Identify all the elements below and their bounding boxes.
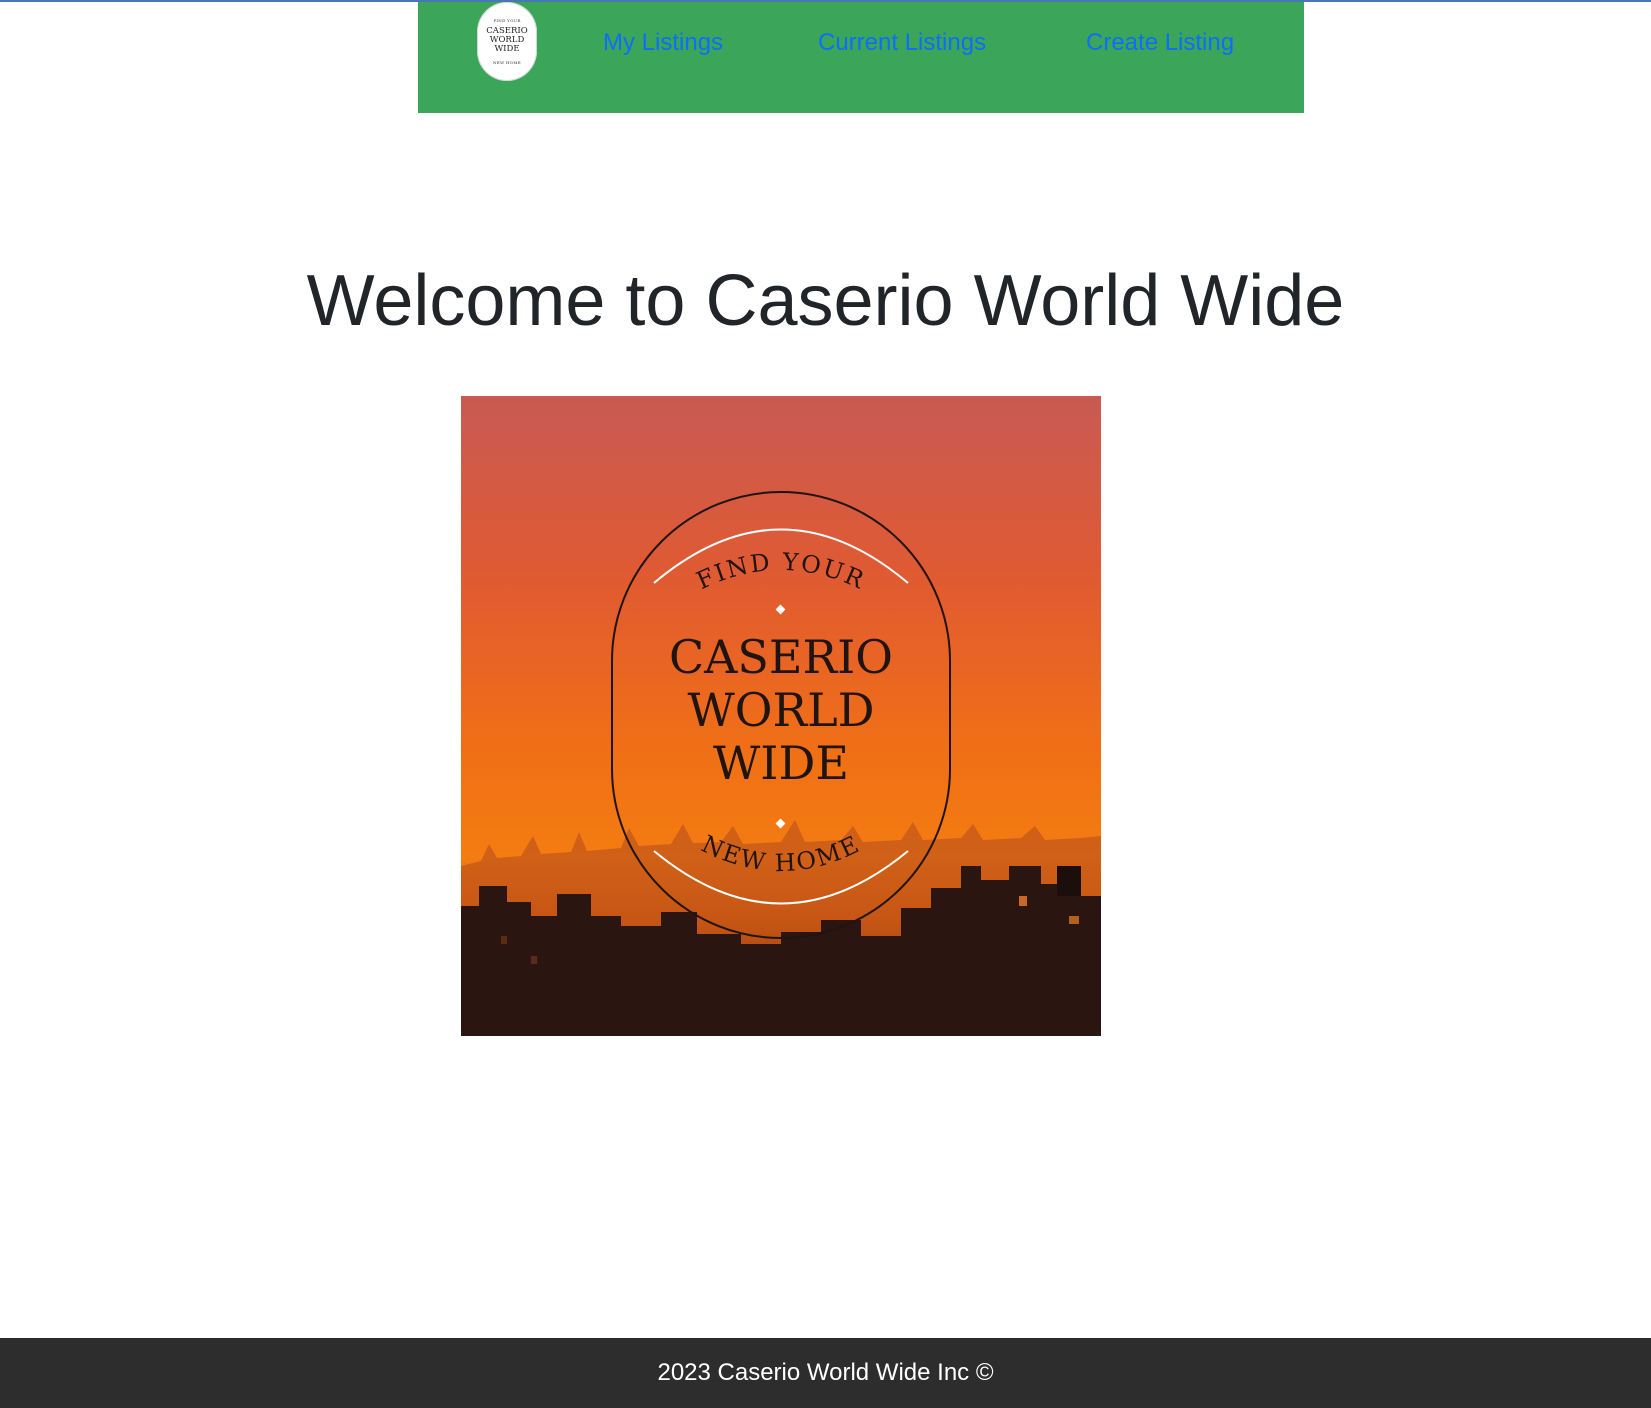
navbar: FIND YOUR CASERIO WORLD WIDE NEW HOME My… (418, 2, 1304, 113)
nav-link-my-listings[interactable]: My Listings (603, 29, 723, 57)
logo-brand-line-3: WIDE (494, 44, 520, 54)
nav-link-create-listing[interactable]: Create Listing (1086, 29, 1234, 57)
footer-copyright: 2023 Caserio World Wide Inc © (657, 1359, 994, 1386)
logo-link[interactable]: FIND YOUR CASERIO WORLD WIDE NEW HOME (477, 2, 537, 81)
nav-link-current-listings[interactable]: Current Listings (818, 29, 986, 57)
logo-bottom-text: NEW HOME (493, 60, 521, 65)
page-title: Welcome to Caserio World Wide (306, 261, 1345, 341)
logo-top-text: FIND YOUR (493, 18, 521, 23)
hero-image-brand-line-2: WORLD (687, 683, 874, 737)
hero-image-brand-line-1: CASERIO (669, 630, 893, 684)
footer: 2023 Caserio World Wide Inc © (0, 1338, 1651, 1408)
hero-logo-image: FIND YOUR NEW HOME CASERIO WORLD WIDE (461, 396, 1101, 1036)
hero-image-brand-line-3: WIDE (713, 736, 849, 790)
